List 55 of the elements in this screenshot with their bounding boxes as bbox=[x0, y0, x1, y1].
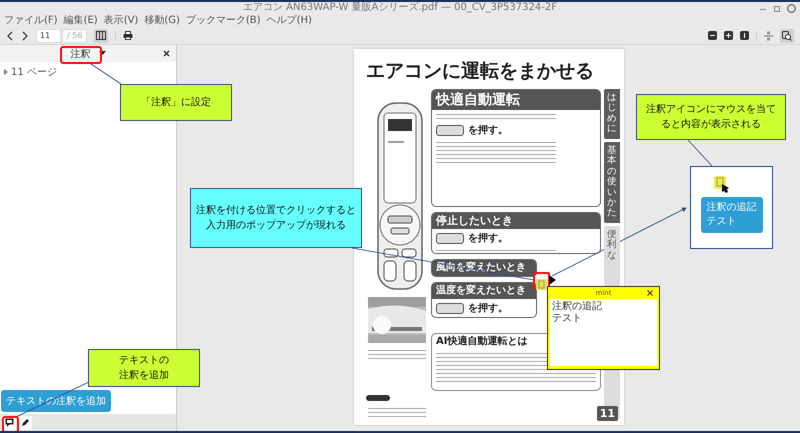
section-heading: 停止したいとき bbox=[432, 213, 600, 229]
page-field[interactable]: 11 bbox=[36, 28, 61, 42]
callout-text: テキストの bbox=[119, 354, 169, 368]
pen-tool-button[interactable] bbox=[18, 416, 32, 430]
cursor-icon bbox=[549, 275, 556, 285]
zoom-in-icon[interactable] bbox=[724, 31, 733, 40]
back-icon[interactable] bbox=[6, 30, 14, 40]
menu-item[interactable]: 編集(E) bbox=[64, 14, 98, 27]
search-icon bbox=[782, 30, 792, 40]
label-tag bbox=[366, 395, 390, 401]
press-instruction: を押す。 bbox=[468, 124, 508, 137]
speech-bubble-icon bbox=[4, 418, 14, 427]
caret-icon bbox=[98, 51, 106, 56]
menu-item[interactable]: 表示(V) bbox=[104, 14, 138, 27]
print-icon[interactable] bbox=[123, 31, 134, 40]
remote-key-drawing bbox=[436, 232, 464, 244]
press-instruction: を押す。 bbox=[468, 232, 508, 245]
note-hover-icon bbox=[714, 176, 730, 194]
forward-icon[interactable] bbox=[21, 30, 29, 40]
fit-page-icon[interactable] bbox=[740, 31, 749, 40]
menu-item[interactable]: ヘルプ(H) bbox=[266, 14, 312, 27]
close-icon[interactable] bbox=[647, 290, 653, 296]
callout-text: 入力用のポップアップが現れる bbox=[206, 218, 346, 233]
callout-text: 注釈を付ける位置でクリックすると bbox=[196, 204, 356, 218]
section-heading: 快適自動運転 bbox=[432, 90, 600, 110]
page-title: エアコンに運転をまかせる bbox=[366, 59, 595, 83]
maximize-icon[interactable] bbox=[773, 4, 781, 12]
expander-icon[interactable] bbox=[3, 69, 8, 75]
callout-text: ると内容が表示される bbox=[661, 118, 761, 132]
tooltip-text: 注釈の追記 bbox=[706, 201, 756, 215]
zoom-out-icon[interactable] bbox=[708, 31, 717, 40]
menu-item[interactable]: 移動(G) bbox=[144, 14, 180, 27]
pen-icon bbox=[20, 418, 30, 427]
page-number: 11 bbox=[596, 406, 618, 421]
callout-text: 注釈アイコンにマウスを当て bbox=[646, 102, 776, 117]
note-text-field[interactable]: 注釈の追記 テスト bbox=[550, 299, 657, 366]
tooltip-text: テスト bbox=[706, 215, 738, 229]
search-button[interactable] bbox=[780, 28, 794, 42]
callout-text: 「注釈」に設定 bbox=[141, 96, 211, 110]
leader-line bbox=[88, 62, 122, 84]
menu-item[interactable]: ファイル(F) bbox=[4, 14, 58, 27]
columns-icon bbox=[96, 31, 106, 40]
close-icon[interactable] bbox=[163, 50, 170, 57]
menu-item[interactable]: ブックマーク(B) bbox=[186, 14, 261, 27]
section-heading: 温度を変えたいとき bbox=[432, 283, 536, 299]
callout-text: 注釈を追加 bbox=[119, 368, 169, 383]
remote-key-drawing bbox=[436, 124, 464, 136]
window-title: エアコン AN63WAP-W 量販Aシリーズ.pdf — 00_CV_3P537324-2F bbox=[243, 2, 557, 14]
scroll-mode-icon[interactable] bbox=[764, 30, 773, 40]
tree-item[interactable]: 11 ページ bbox=[0, 62, 176, 82]
remote-key-drawing bbox=[436, 302, 464, 314]
sidebar-toggle-button[interactable] bbox=[94, 28, 108, 42]
press-instruction: を押す。 bbox=[468, 302, 508, 315]
page-count: / 56 bbox=[62, 28, 88, 42]
section-heading: AI快適自動運転とは bbox=[435, 334, 528, 349]
